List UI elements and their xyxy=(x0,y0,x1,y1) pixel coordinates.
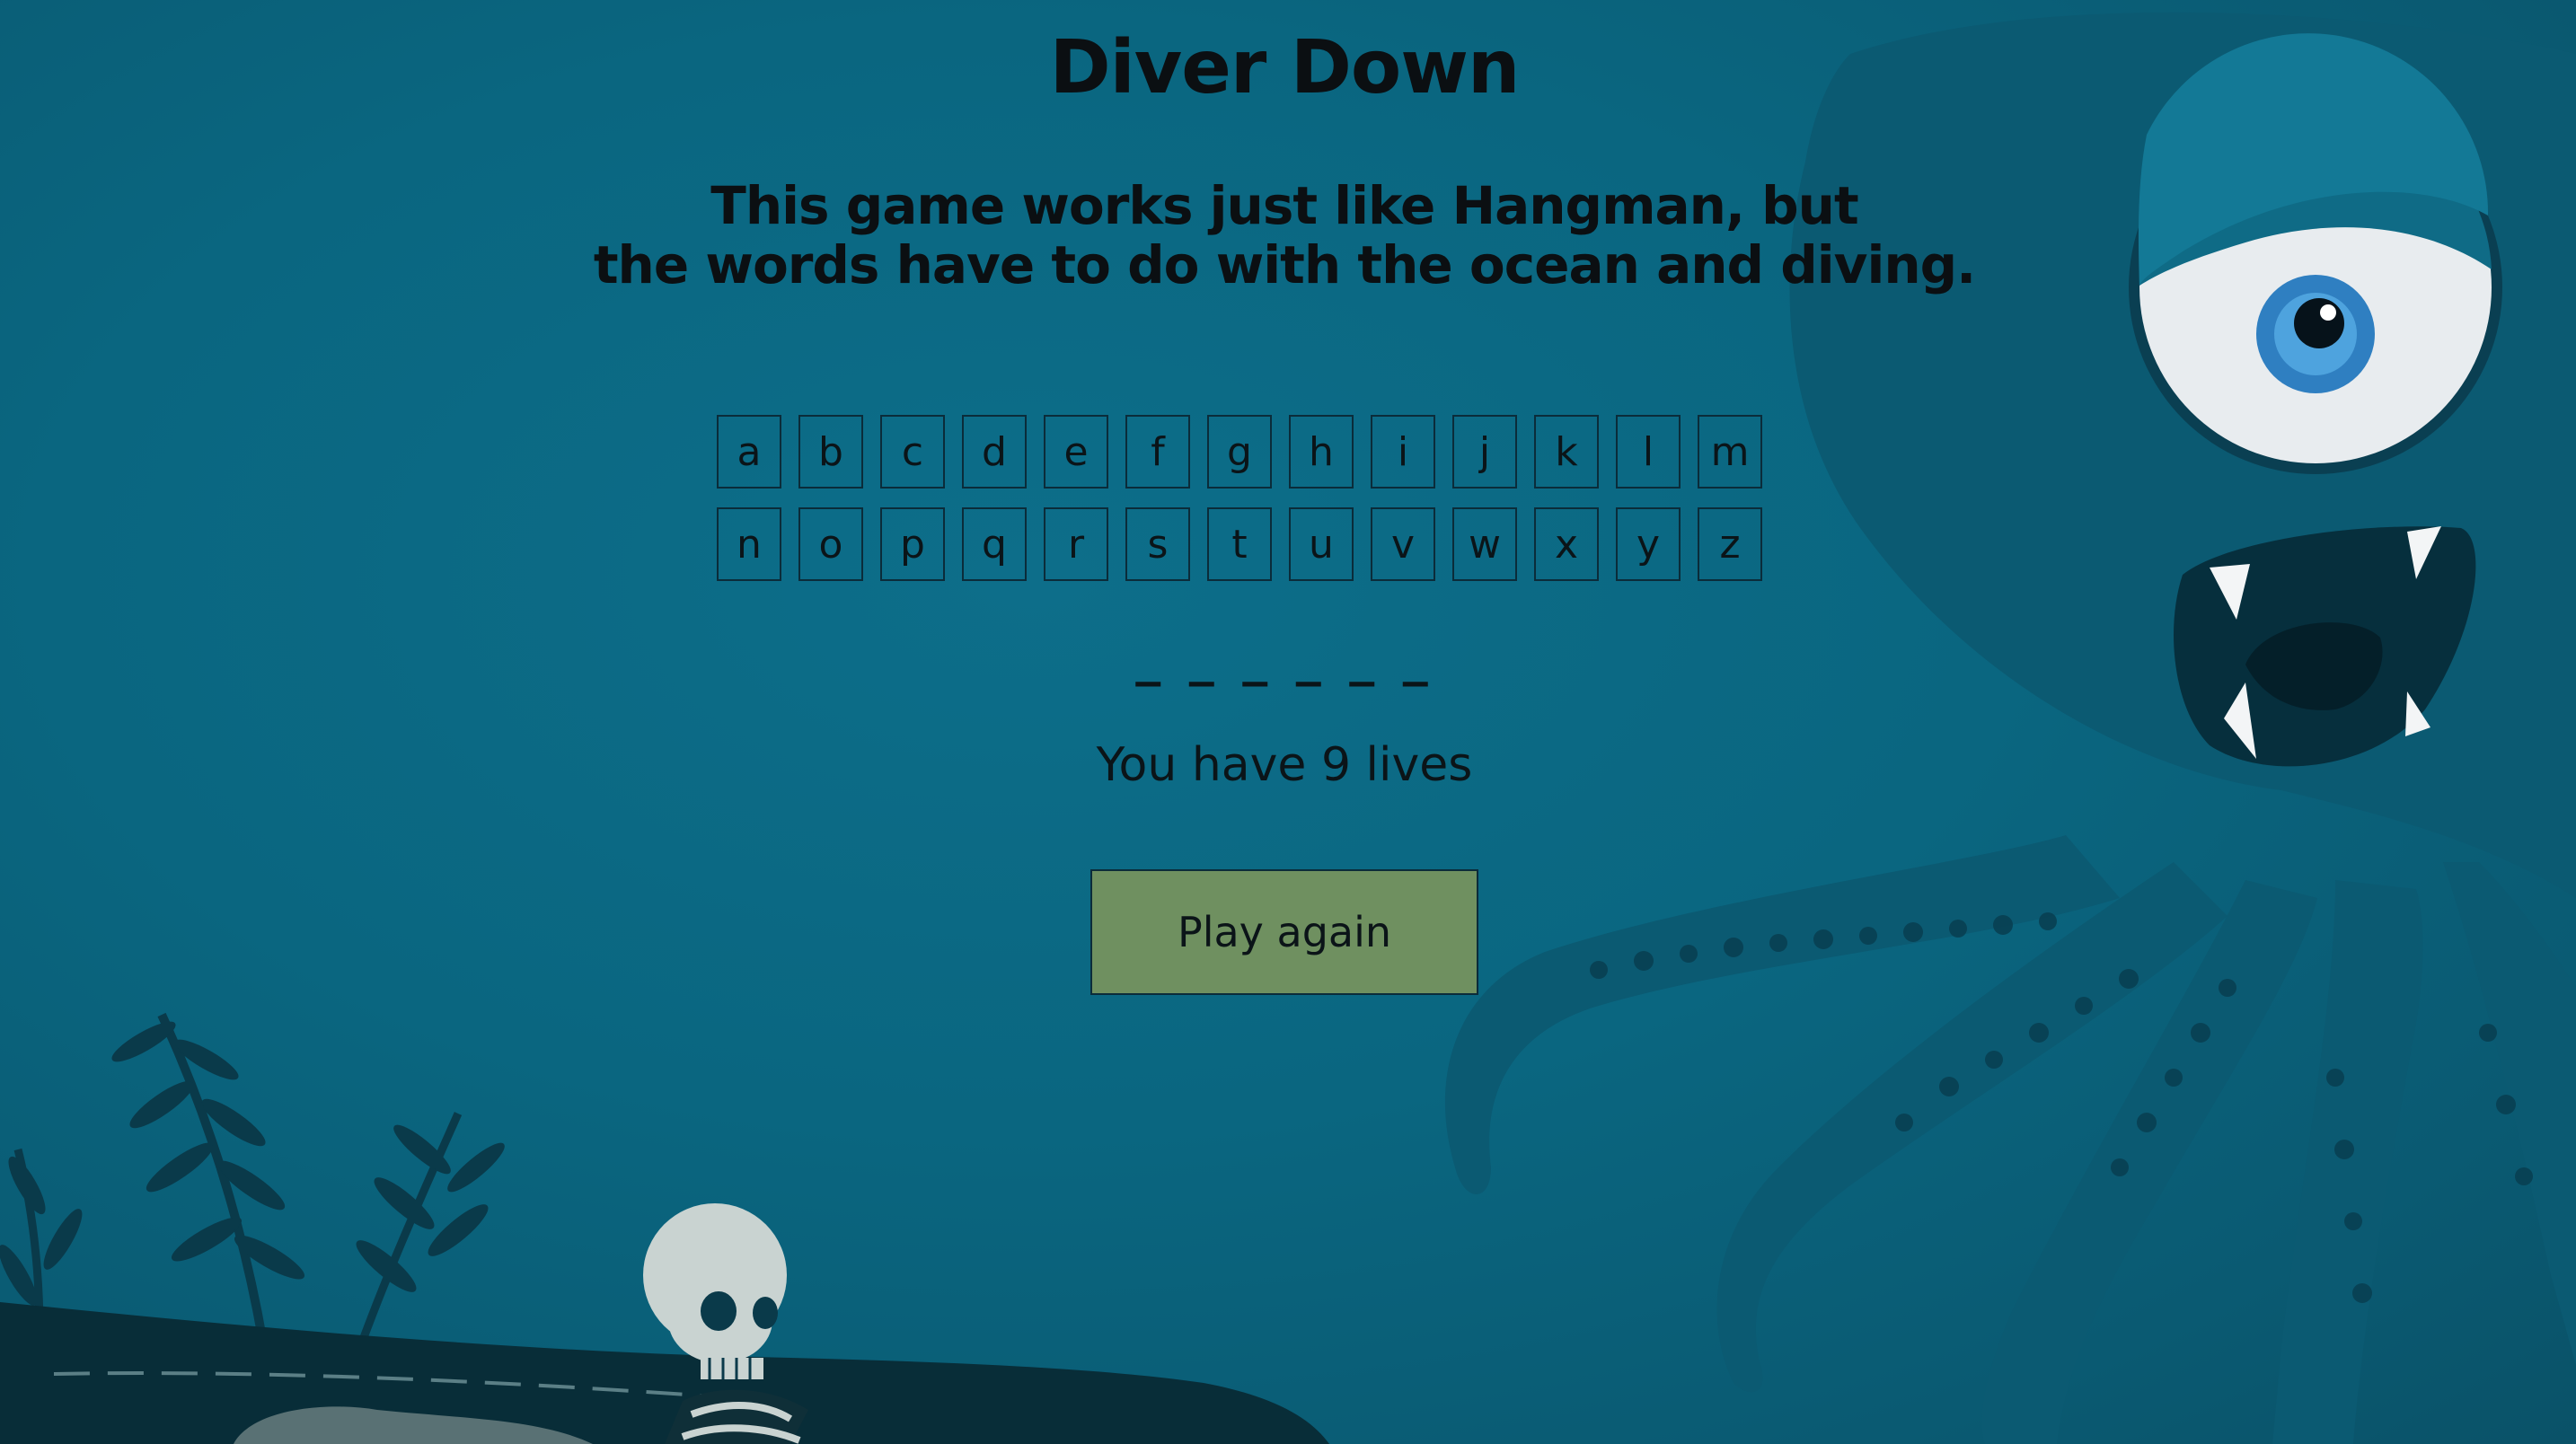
letter-button[interactable]: h xyxy=(1289,415,1354,489)
letter-button[interactable]: p xyxy=(880,507,945,581)
game-description: This game works just like Hangman, but t… xyxy=(0,176,2569,295)
letter-button[interactable]: a xyxy=(717,415,781,489)
letter-keyboard: a b c d e f g h i j k l m n o p q r s t … xyxy=(717,415,1804,600)
lives-counter: You have 9 lives xyxy=(1096,738,1473,792)
description-line-1: This game works just like Hangman, but xyxy=(710,175,1858,236)
letter-button[interactable]: v xyxy=(1371,507,1435,581)
game-title: Diver Down xyxy=(1049,25,1521,110)
letter-button[interactable]: e xyxy=(1044,415,1108,489)
letter-button[interactable]: j xyxy=(1452,415,1517,489)
letter-button[interactable]: c xyxy=(880,415,945,489)
letter-button[interactable]: g xyxy=(1207,415,1272,489)
keyboard-row-1: a b c d e f g h i j k l m xyxy=(717,415,1804,489)
letter-button[interactable]: u xyxy=(1289,507,1354,581)
letter-button[interactable]: f xyxy=(1125,415,1190,489)
letter-button[interactable]: x xyxy=(1534,507,1599,581)
play-again-button[interactable]: Play again xyxy=(1090,869,1478,995)
letter-button[interactable]: w xyxy=(1452,507,1517,581)
letter-button[interactable]: i xyxy=(1371,415,1435,489)
letter-button[interactable]: q xyxy=(962,507,1027,581)
letter-button[interactable]: k xyxy=(1534,415,1599,489)
hidden-word: _ _ _ _ _ _ xyxy=(1135,629,1434,687)
letter-button[interactable]: n xyxy=(717,507,781,581)
letter-button[interactable]: y xyxy=(1616,507,1681,581)
keyboard-row-2: n o p q r s t u v w x y z xyxy=(717,507,1804,581)
description-line-2: the words have to do with the ocean and … xyxy=(593,234,1976,295)
letter-button[interactable]: z xyxy=(1698,507,1762,581)
game-panel: Diver Down This game works just like Han… xyxy=(0,0,2576,1444)
letter-button[interactable]: d xyxy=(962,415,1027,489)
letter-button[interactable]: r xyxy=(1044,507,1108,581)
letter-button[interactable]: l xyxy=(1616,415,1681,489)
letter-button[interactable]: t xyxy=(1207,507,1272,581)
letter-button[interactable]: m xyxy=(1698,415,1762,489)
letter-button[interactable]: o xyxy=(798,507,863,581)
letter-button[interactable]: s xyxy=(1125,507,1190,581)
letter-button[interactable]: b xyxy=(798,415,863,489)
